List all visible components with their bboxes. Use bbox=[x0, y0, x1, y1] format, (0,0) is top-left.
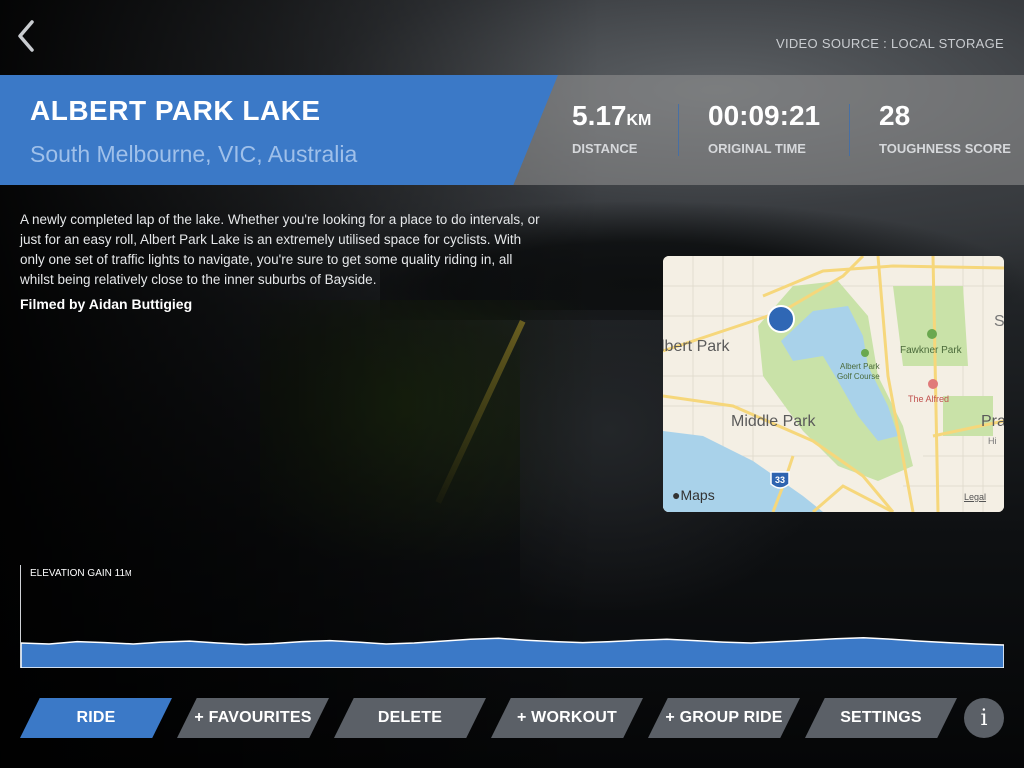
elevation-chart bbox=[21, 637, 1004, 668]
info-icon: i bbox=[980, 705, 988, 731]
elevation-value: 11 bbox=[114, 568, 126, 579]
distance-value: 5.17KM bbox=[572, 100, 652, 131]
maps-logo: ●Maps bbox=[672, 487, 715, 503]
favourites-button-label: + FAVOURITES bbox=[194, 709, 312, 726]
settings-button[interactable]: SETTINGS bbox=[805, 698, 957, 738]
stat-divider bbox=[849, 104, 850, 156]
route-location: South Melbourne, VIC, Australia bbox=[30, 141, 358, 167]
ride-button[interactable]: RIDE bbox=[20, 698, 172, 738]
elevation-label-text: ELEVATION GAIN bbox=[30, 568, 112, 579]
route-shield-label: 33 bbox=[775, 475, 785, 485]
settings-button-label: SETTINGS bbox=[840, 709, 922, 726]
map-label-middle-park: Middle Park bbox=[731, 413, 816, 430]
elevation-label: ELEVATION GAIN 11M bbox=[30, 568, 132, 579]
time-value: 00:09:21 bbox=[708, 100, 821, 131]
elevation-unit: M bbox=[125, 569, 132, 578]
elevation-area bbox=[21, 637, 1004, 668]
ride-button-label: RIDE bbox=[76, 709, 116, 726]
delete-button-label: DELETE bbox=[377, 709, 443, 726]
map-label-hi: Hi bbox=[988, 436, 997, 446]
title-panel bbox=[0, 75, 558, 185]
route-33-shield: 33 bbox=[770, 471, 790, 489]
time-label: ORIGINAL TIME bbox=[708, 141, 806, 156]
map-label-golf-course-2: Golf Course bbox=[837, 372, 880, 381]
route-description: A newly completed lap of the lake. Wheth… bbox=[20, 212, 540, 287]
map-label-s: S bbox=[994, 313, 1004, 330]
stat-toughness: 28 TOUGHNESS SCORE bbox=[879, 100, 1011, 160]
map-label-alfred: The Alfred bbox=[908, 394, 949, 404]
maps-logo-text: Maps bbox=[680, 487, 715, 503]
map-label-golf-course-1: Albert Park bbox=[840, 362, 881, 371]
info-button[interactable]: i bbox=[964, 698, 1004, 738]
chevron-left-icon bbox=[18, 20, 34, 52]
stat-original-time: 00:09:21 ORIGINAL TIME bbox=[708, 100, 820, 160]
add-favourites-button[interactable]: + FAVOURITES bbox=[177, 698, 329, 738]
toughness-value: 28 bbox=[879, 100, 911, 131]
group-ride-button-label: + GROUP RIDE bbox=[665, 709, 783, 726]
video-source-label: VIDEO SOURCE : LOCAL STORAGE bbox=[775, 36, 1004, 51]
add-group-ride-button[interactable]: + GROUP RIDE bbox=[648, 698, 800, 738]
location-marker-icon bbox=[767, 305, 795, 333]
distance-unit: KM bbox=[626, 112, 652, 129]
add-workout-button[interactable]: + WORKOUT bbox=[491, 698, 643, 738]
map-graphic: 33 lbert Park Middle Park Fawkner Park A… bbox=[663, 256, 1004, 512]
distance-label: DISTANCE bbox=[572, 141, 638, 156]
toughness-label: TOUGHNESS SCORE bbox=[879, 141, 1011, 156]
route-map[interactable]: 33 lbert Park Middle Park Fawkner Park A… bbox=[663, 256, 1004, 512]
maps-legal-link[interactable]: Legal bbox=[964, 492, 986, 502]
map-label-fawkner-park: Fawkner Park bbox=[900, 345, 963, 356]
filmed-by: Filmed by Aidan Buttigieg bbox=[20, 296, 193, 312]
park-pin-icon bbox=[927, 329, 937, 339]
map-label-albert-park: lbert Park bbox=[663, 338, 730, 355]
golf-pin-icon bbox=[861, 349, 869, 357]
stat-divider bbox=[678, 104, 679, 156]
workout-button-label: + WORKOUT bbox=[516, 709, 618, 726]
route-title: ALBERT PARK LAKE bbox=[30, 95, 321, 126]
map-label-pra: Pra bbox=[981, 413, 1004, 430]
hospital-pin-icon bbox=[928, 379, 938, 389]
back-button[interactable] bbox=[10, 16, 44, 56]
delete-button[interactable]: DELETE bbox=[334, 698, 486, 738]
stat-distance: 5.17KM DISTANCE bbox=[572, 100, 651, 160]
